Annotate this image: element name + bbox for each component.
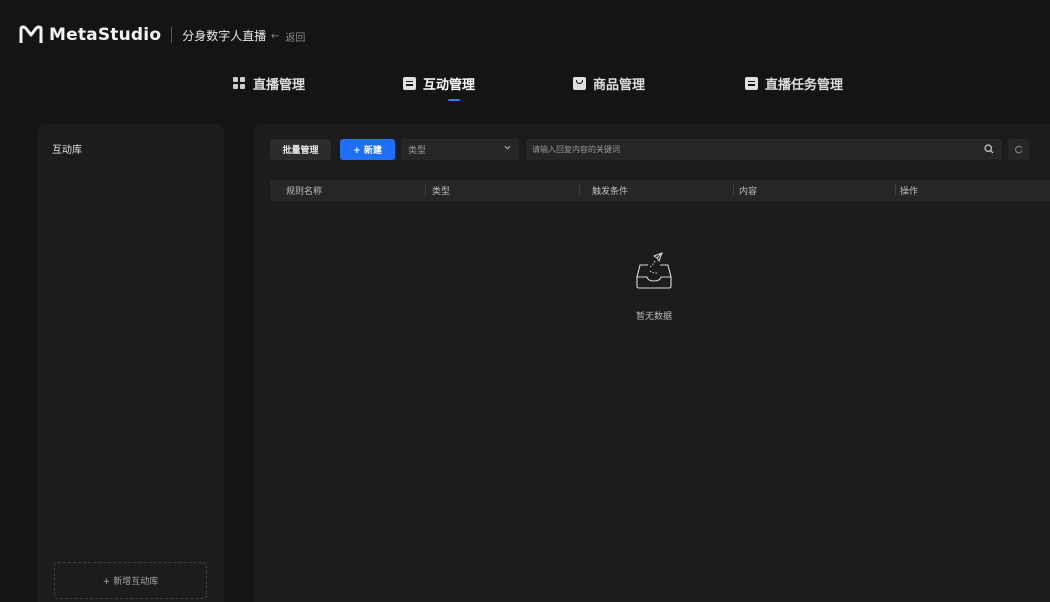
arrow-left-icon: ← [271,31,280,42]
doc-icon [403,76,416,90]
metastudio-logo-icon [19,25,43,43]
column-header-content: 内容 [739,187,758,197]
tab-label: 直播管理 [253,77,306,93]
tab-interaction-management[interactable]: 互动管理 [403,74,476,93]
active-tab-indicator [448,99,460,101]
column-divider [579,185,580,196]
refresh-icon [1015,145,1023,154]
shop-icon [573,76,586,90]
column-header-type: 类型 [432,187,451,197]
logo[interactable]: MetaStudio 分身数字人直播 [19,25,266,45]
grid-icon [233,76,246,90]
search-icon[interactable] [984,144,994,154]
tab-label: 直播任务管理 [765,77,844,93]
empty-inbox-icon [636,252,672,289]
column-header-trigger: 触发条件 [592,187,629,197]
tab-live-task-management[interactable]: 直播任务管理 [745,74,844,93]
column-header-rule-name: 规则名称 [286,187,323,197]
column-divider [733,185,734,196]
sidebar: 互动库 + 新增互动库 [37,124,224,602]
type-select[interactable]: 类型 [401,139,519,160]
doc-icon [745,76,758,90]
back-label: 返回 [285,33,306,44]
column-divider [425,185,426,196]
brand-divider [171,27,173,43]
top-bar: MetaStudio 分身数字人直播 ← 返回 [0,0,1050,66]
brand-name: MetaStudio [49,25,162,45]
tab-label: 商品管理 [593,77,646,93]
table-header: 规则名称 类型 触发条件 内容 操作 [270,180,1050,201]
batch-manage-button[interactable]: 批量管理 [270,139,331,160]
sidebar-title[interactable]: 互动库 [52,141,82,156]
back-link[interactable]: ← 返回 [271,29,305,44]
search-placeholder: 请输入回复内容的关键词 [532,145,620,154]
empty-state: 暂无数据 [614,251,694,322]
product-name: 分身数字人直播 [182,28,267,43]
chevron-down-icon [504,145,511,150]
add-interaction-library-button[interactable]: + 新增互动库 [54,562,207,599]
search-input[interactable]: 请输入回复内容的关键词 [526,139,1002,160]
toolbar: 批量管理 + 新建 类型 请输入回复内容的关键词 [270,139,1050,161]
tab-live-management[interactable]: 直播管理 [233,74,306,93]
column-header-actions: 操作 [900,187,919,197]
column-divider [895,185,896,196]
main-panel: 批量管理 + 新建 类型 请输入回复内容的关键词 规则名称 类型 触发条件 内容… [254,124,1050,602]
new-button[interactable]: + 新建 [340,139,395,160]
empty-text: 暂无数据 [635,312,672,322]
refresh-button[interactable] [1008,139,1029,160]
main-nav: 直播管理 互动管理 商品管理 直播任务管理 [0,74,1050,104]
tab-label: 互动管理 [423,77,476,93]
tab-product-management[interactable]: 商品管理 [573,74,646,93]
type-select-value: 类型 [408,146,427,156]
